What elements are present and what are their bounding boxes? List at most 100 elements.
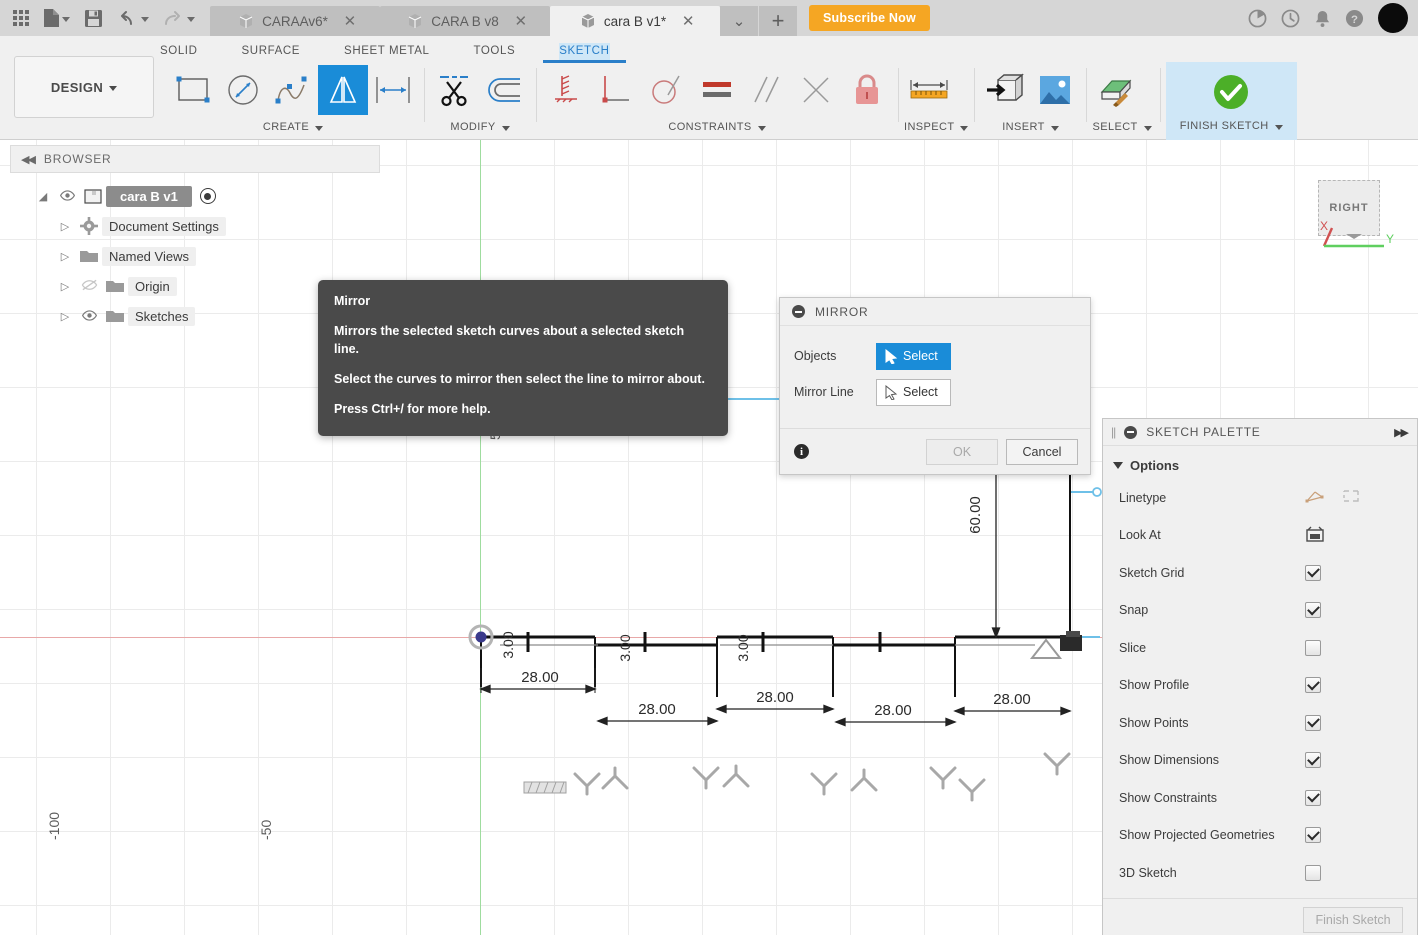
option-show-constraints[interactable]: Show Constraints xyxy=(1103,779,1417,817)
panel-insert-label[interactable]: INSERT xyxy=(980,118,1080,136)
new-file-icon[interactable] xyxy=(36,3,77,33)
tab-solid[interactable]: SOLID xyxy=(160,45,198,62)
visibility-eye-icon[interactable] xyxy=(76,309,102,324)
tangent-constraint-icon[interactable] xyxy=(642,65,692,115)
expand-arrow-icon[interactable]: ▷ xyxy=(54,310,76,323)
new-tab-button[interactable]: + xyxy=(759,6,797,36)
ok-button[interactable]: OK xyxy=(926,438,998,465)
option-linetype[interactable]: Linetype xyxy=(1103,479,1417,517)
drag-handle-icon[interactable]: || xyxy=(1111,425,1116,439)
trim-tool-icon[interactable] xyxy=(430,65,480,115)
panel-select-label[interactable]: SELECT xyxy=(1092,118,1152,136)
show-constraints-checkbox[interactable] xyxy=(1305,789,1321,806)
visibility-eye-icon[interactable] xyxy=(54,189,80,204)
centerline-linetype-icon[interactable] xyxy=(1341,488,1361,507)
option-look-at[interactable]: Look At xyxy=(1103,517,1417,555)
help-icon[interactable]: ? xyxy=(1345,9,1364,28)
mirror-tool-icon[interactable] xyxy=(318,65,368,115)
document-tab-2[interactable]: cara B v1* ✕ xyxy=(550,6,720,36)
expand-arrow-icon[interactable]: ▷ xyxy=(54,280,76,293)
equal-constraint-icon[interactable] xyxy=(692,65,742,115)
activate-component-icon[interactable] xyxy=(199,188,216,204)
parallel-constraint-icon[interactable] xyxy=(742,65,792,115)
browser-header[interactable]: ◀◀ BROWSER xyxy=(10,145,380,173)
app-grid-icon[interactable] xyxy=(6,3,36,33)
collapse-minus-icon[interactable] xyxy=(1124,425,1138,439)
undo-icon[interactable] xyxy=(110,3,156,33)
snap-checkbox[interactable] xyxy=(1305,602,1321,619)
panel-finish-sketch-label[interactable]: FINISH SKETCH xyxy=(1180,117,1283,135)
perpendicular-constraint-icon[interactable] xyxy=(592,65,642,115)
job-status-icon[interactable] xyxy=(1248,9,1267,28)
slice-checkbox[interactable] xyxy=(1305,639,1321,656)
spline-tool-icon[interactable] xyxy=(268,65,318,115)
collapse-minus-icon[interactable] xyxy=(792,305,805,318)
cancel-button[interactable]: Cancel xyxy=(1006,438,1078,465)
measure-icon[interactable] xyxy=(904,65,954,115)
rectangle-tool-icon[interactable] xyxy=(168,65,218,115)
redo-icon[interactable] xyxy=(156,3,202,33)
show-points-checkbox[interactable] xyxy=(1305,714,1321,731)
option-show-profile[interactable]: Show Profile xyxy=(1103,667,1417,705)
recent-icon[interactable] xyxy=(1281,9,1300,28)
finish-sketch-icon[interactable] xyxy=(1206,67,1256,117)
option-show-dimensions[interactable]: Show Dimensions xyxy=(1103,742,1417,780)
select-tool-icon[interactable] xyxy=(1092,65,1142,115)
tab-sheet-metal[interactable]: SHEET METAL xyxy=(344,45,429,62)
sketch-palette-header[interactable]: || SKETCH PALETTE ▶▶ xyxy=(1103,419,1417,446)
expand-arrow-icon[interactable]: ▷ xyxy=(54,220,76,233)
expand-right-icon[interactable]: ▶▶ xyxy=(1394,426,1409,439)
construction-linetype-icon[interactable] xyxy=(1305,488,1325,507)
sketch-grid-checkbox[interactable] xyxy=(1305,564,1321,581)
save-icon[interactable] xyxy=(77,3,110,33)
close-icon[interactable]: ✕ xyxy=(513,14,529,29)
workspace-switcher[interactable]: DESIGN xyxy=(14,56,154,118)
close-icon[interactable]: ✕ xyxy=(342,14,358,29)
tab-sketch[interactable]: SKETCH xyxy=(543,43,626,63)
document-tab-1[interactable]: CARA B v8 ✕ xyxy=(380,6,550,36)
sketch-dimension-icon[interactable] xyxy=(368,65,418,115)
tree-item-named-views[interactable]: ▷ Named Views xyxy=(10,241,380,271)
option-snap[interactable]: Snap xyxy=(1103,592,1417,630)
option-show-points[interactable]: Show Points xyxy=(1103,704,1417,742)
expand-arrow-icon[interactable]: ◢ xyxy=(32,190,54,203)
fix-unfix-constraint-icon[interactable] xyxy=(842,65,892,115)
show-profile-checkbox[interactable] xyxy=(1305,677,1321,694)
3d-sketch-checkbox[interactable] xyxy=(1305,864,1321,881)
midpoint-constraint-icon[interactable] xyxy=(792,65,842,115)
panel-create-label[interactable]: CREATE xyxy=(168,118,418,136)
insert-derive-icon[interactable] xyxy=(980,65,1030,115)
view-cube[interactable]: RIGHT X Y xyxy=(1310,170,1396,250)
visibility-eye-off-icon[interactable] xyxy=(76,279,102,294)
collapse-icon[interactable]: ◀◀ xyxy=(21,153,36,166)
account-avatar[interactable] xyxy=(1378,3,1408,33)
finish-sketch-button[interactable]: Finish Sketch xyxy=(1303,907,1403,933)
sketch-palette[interactable]: || SKETCH PALETTE ▶▶ Options Linetype Lo… xyxy=(1102,418,1418,935)
panel-inspect-label[interactable]: INSPECT xyxy=(904,118,969,136)
show-dimensions-checkbox[interactable] xyxy=(1305,752,1321,769)
mirror-dialog[interactable]: MIRROR Objects Select Mirror Line Select xyxy=(779,297,1091,475)
close-icon[interactable]: ✕ xyxy=(680,14,696,29)
subscribe-now-button[interactable]: Subscribe Now xyxy=(809,5,930,31)
tree-item-document-settings[interactable]: ▷ Document Settings xyxy=(10,211,380,241)
option-sketch-grid[interactable]: Sketch Grid xyxy=(1103,554,1417,592)
tab-surface[interactable]: SURFACE xyxy=(242,45,301,62)
tree-item-root[interactable]: ◢ cara B v1 xyxy=(10,181,380,211)
mirror-line-select-button[interactable]: Select xyxy=(876,378,951,406)
insert-canvas-image-icon[interactable] xyxy=(1030,65,1080,115)
mirror-objects-select-button[interactable]: Select xyxy=(876,342,951,370)
option-show-projected-geometries[interactable]: Show Projected Geometries xyxy=(1103,817,1417,855)
panel-constraints-label[interactable]: CONSTRAINTS xyxy=(542,118,892,136)
offset-tool-icon[interactable] xyxy=(480,65,530,115)
sketch-canvas[interactable]: -100 -50 50 xyxy=(0,140,1418,935)
mirror-dialog-header[interactable]: MIRROR xyxy=(780,298,1090,326)
document-tab-0[interactable]: CARAAv6* ✕ xyxy=(210,6,380,36)
tab-list-dropdown[interactable]: ⌄ xyxy=(720,6,758,36)
option-slice[interactable]: Slice xyxy=(1103,629,1417,667)
tab-tools[interactable]: TOOLS xyxy=(473,45,515,62)
show-projected-geometries-checkbox[interactable] xyxy=(1305,827,1321,844)
option-3d-sketch[interactable]: 3D Sketch xyxy=(1103,854,1417,892)
circle-tool-icon[interactable] xyxy=(218,65,268,115)
expand-arrow-icon[interactable]: ▷ xyxy=(54,250,76,263)
notifications-bell-icon[interactable] xyxy=(1314,9,1331,28)
